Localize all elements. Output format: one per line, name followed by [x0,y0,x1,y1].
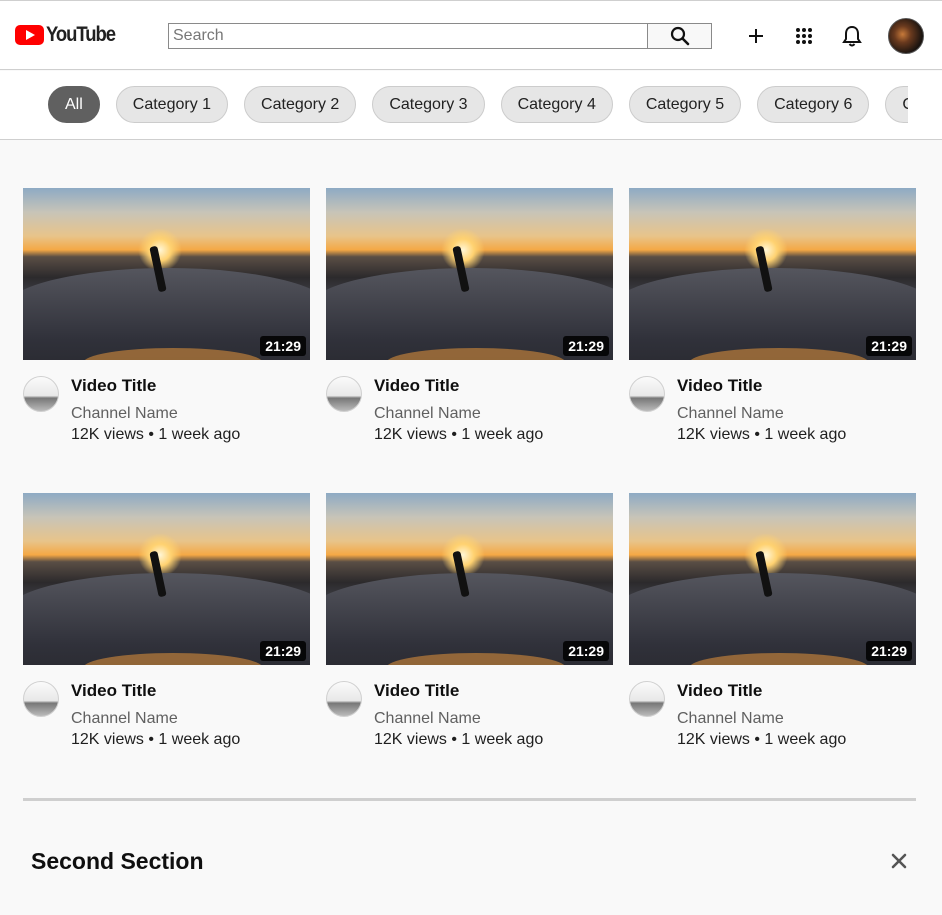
video-thumbnail[interactable]: 21:29 [23,493,310,665]
video-thumbnail[interactable]: 21:29 [23,188,310,360]
video-meta: 12K views • 1 week ago [374,731,544,748]
top-header: YouTube [0,0,942,70]
bell-icon [842,25,862,47]
channel-avatar[interactable] [629,376,665,412]
channel-name[interactable]: Channel Name [374,710,481,728]
duration-badge: 21:29 [866,641,912,661]
channel-avatar[interactable] [326,376,362,412]
video-meta: 12K views • 1 week ago [71,426,241,443]
youtube-logo[interactable]: YouTube [15,23,124,47]
channel-avatar[interactable] [23,376,59,412]
video-meta: 12K views • 1 week ago [677,426,847,443]
video-meta: 12K views • 1 week ago [71,731,241,748]
duration-badge: 21:29 [260,641,306,661]
channel-avatar[interactable] [326,681,362,717]
logo-text: YouTube [46,23,116,46]
video-card[interactable]: 21:29 Video Title Channel Name 12K views… [326,493,613,763]
video-title[interactable]: Video Title [71,376,156,396]
duration-badge: 21:29 [866,336,912,356]
video-card[interactable]: 21:29 Video Title Channel Name 12K views… [326,188,613,458]
video-thumbnail[interactable]: 21:29 [326,188,613,360]
chip-category-5[interactable]: Category 5 [628,86,742,123]
channel-avatar[interactable] [629,681,665,717]
video-thumbnail[interactable]: 21:29 [629,493,916,665]
close-section-button[interactable] [888,850,910,872]
video-title[interactable]: Video Title [71,681,156,701]
chip-category-6[interactable]: Category 6 [757,86,870,123]
duration-badge: 21:29 [563,641,609,661]
section-divider [23,798,916,801]
video-title[interactable]: Video Title [374,376,459,396]
second-section-title: Second Section [31,848,204,874]
search-icon [670,26,689,46]
create-button[interactable] [743,23,769,49]
video-card[interactable]: 21:29 Video Title Channel Name 12K views… [23,188,310,458]
channel-avatar[interactable] [23,681,59,717]
video-card[interactable]: 21:29 Video Title Channel Name 12K views… [23,493,310,763]
youtube-logo-icon [15,25,44,45]
video-card[interactable]: 21:29 Video Title Channel Name 12K views… [629,188,916,458]
video-meta: 12K views • 1 week ago [374,426,544,443]
chip-category-2[interactable]: Category 2 [244,86,357,123]
search-button[interactable] [647,23,712,49]
duration-badge: 21:29 [260,336,306,356]
video-title[interactable]: Video Title [677,376,762,396]
channel-name[interactable]: Channel Name [677,405,784,423]
chip-all[interactable]: All [48,86,100,123]
channel-name[interactable]: Channel Name [71,710,178,728]
chip-category-1[interactable]: Category 1 [115,86,229,123]
search-bar [168,23,712,49]
notifications-button[interactable] [839,23,865,49]
chip-category-4[interactable]: Category 4 [500,86,613,123]
apps-grid-icon [796,28,812,44]
video-title[interactable]: Video Title [374,681,459,701]
category-chip-bar: All Category 1 Category 2 Category 3 Categor… [0,71,942,140]
duration-badge: 21:29 [563,336,609,356]
channel-name[interactable]: Channel Name [374,405,481,423]
video-meta: 12K views • 1 week ago [677,731,847,748]
channel-name[interactable]: Channel Name [677,710,784,728]
search-input[interactable] [168,23,647,49]
channel-name[interactable]: Channel Name [71,405,178,423]
plus-icon [749,29,763,43]
chip-row: All Category 1 Category 2 Category 3 Categor… [48,86,908,124]
video-thumbnail[interactable]: 21:29 [629,188,916,360]
video-card[interactable]: 21:29 Video Title Channel Name 12K views… [629,493,916,763]
chip-category-3[interactable]: Category 3 [372,86,485,123]
close-icon [891,853,907,869]
video-title[interactable]: Video Title [677,681,762,701]
apps-button[interactable] [791,23,817,49]
chip-category-7[interactable]: Category 7 [885,86,908,123]
video-thumbnail[interactable]: 21:29 [326,493,613,665]
avatar[interactable] [888,18,924,54]
